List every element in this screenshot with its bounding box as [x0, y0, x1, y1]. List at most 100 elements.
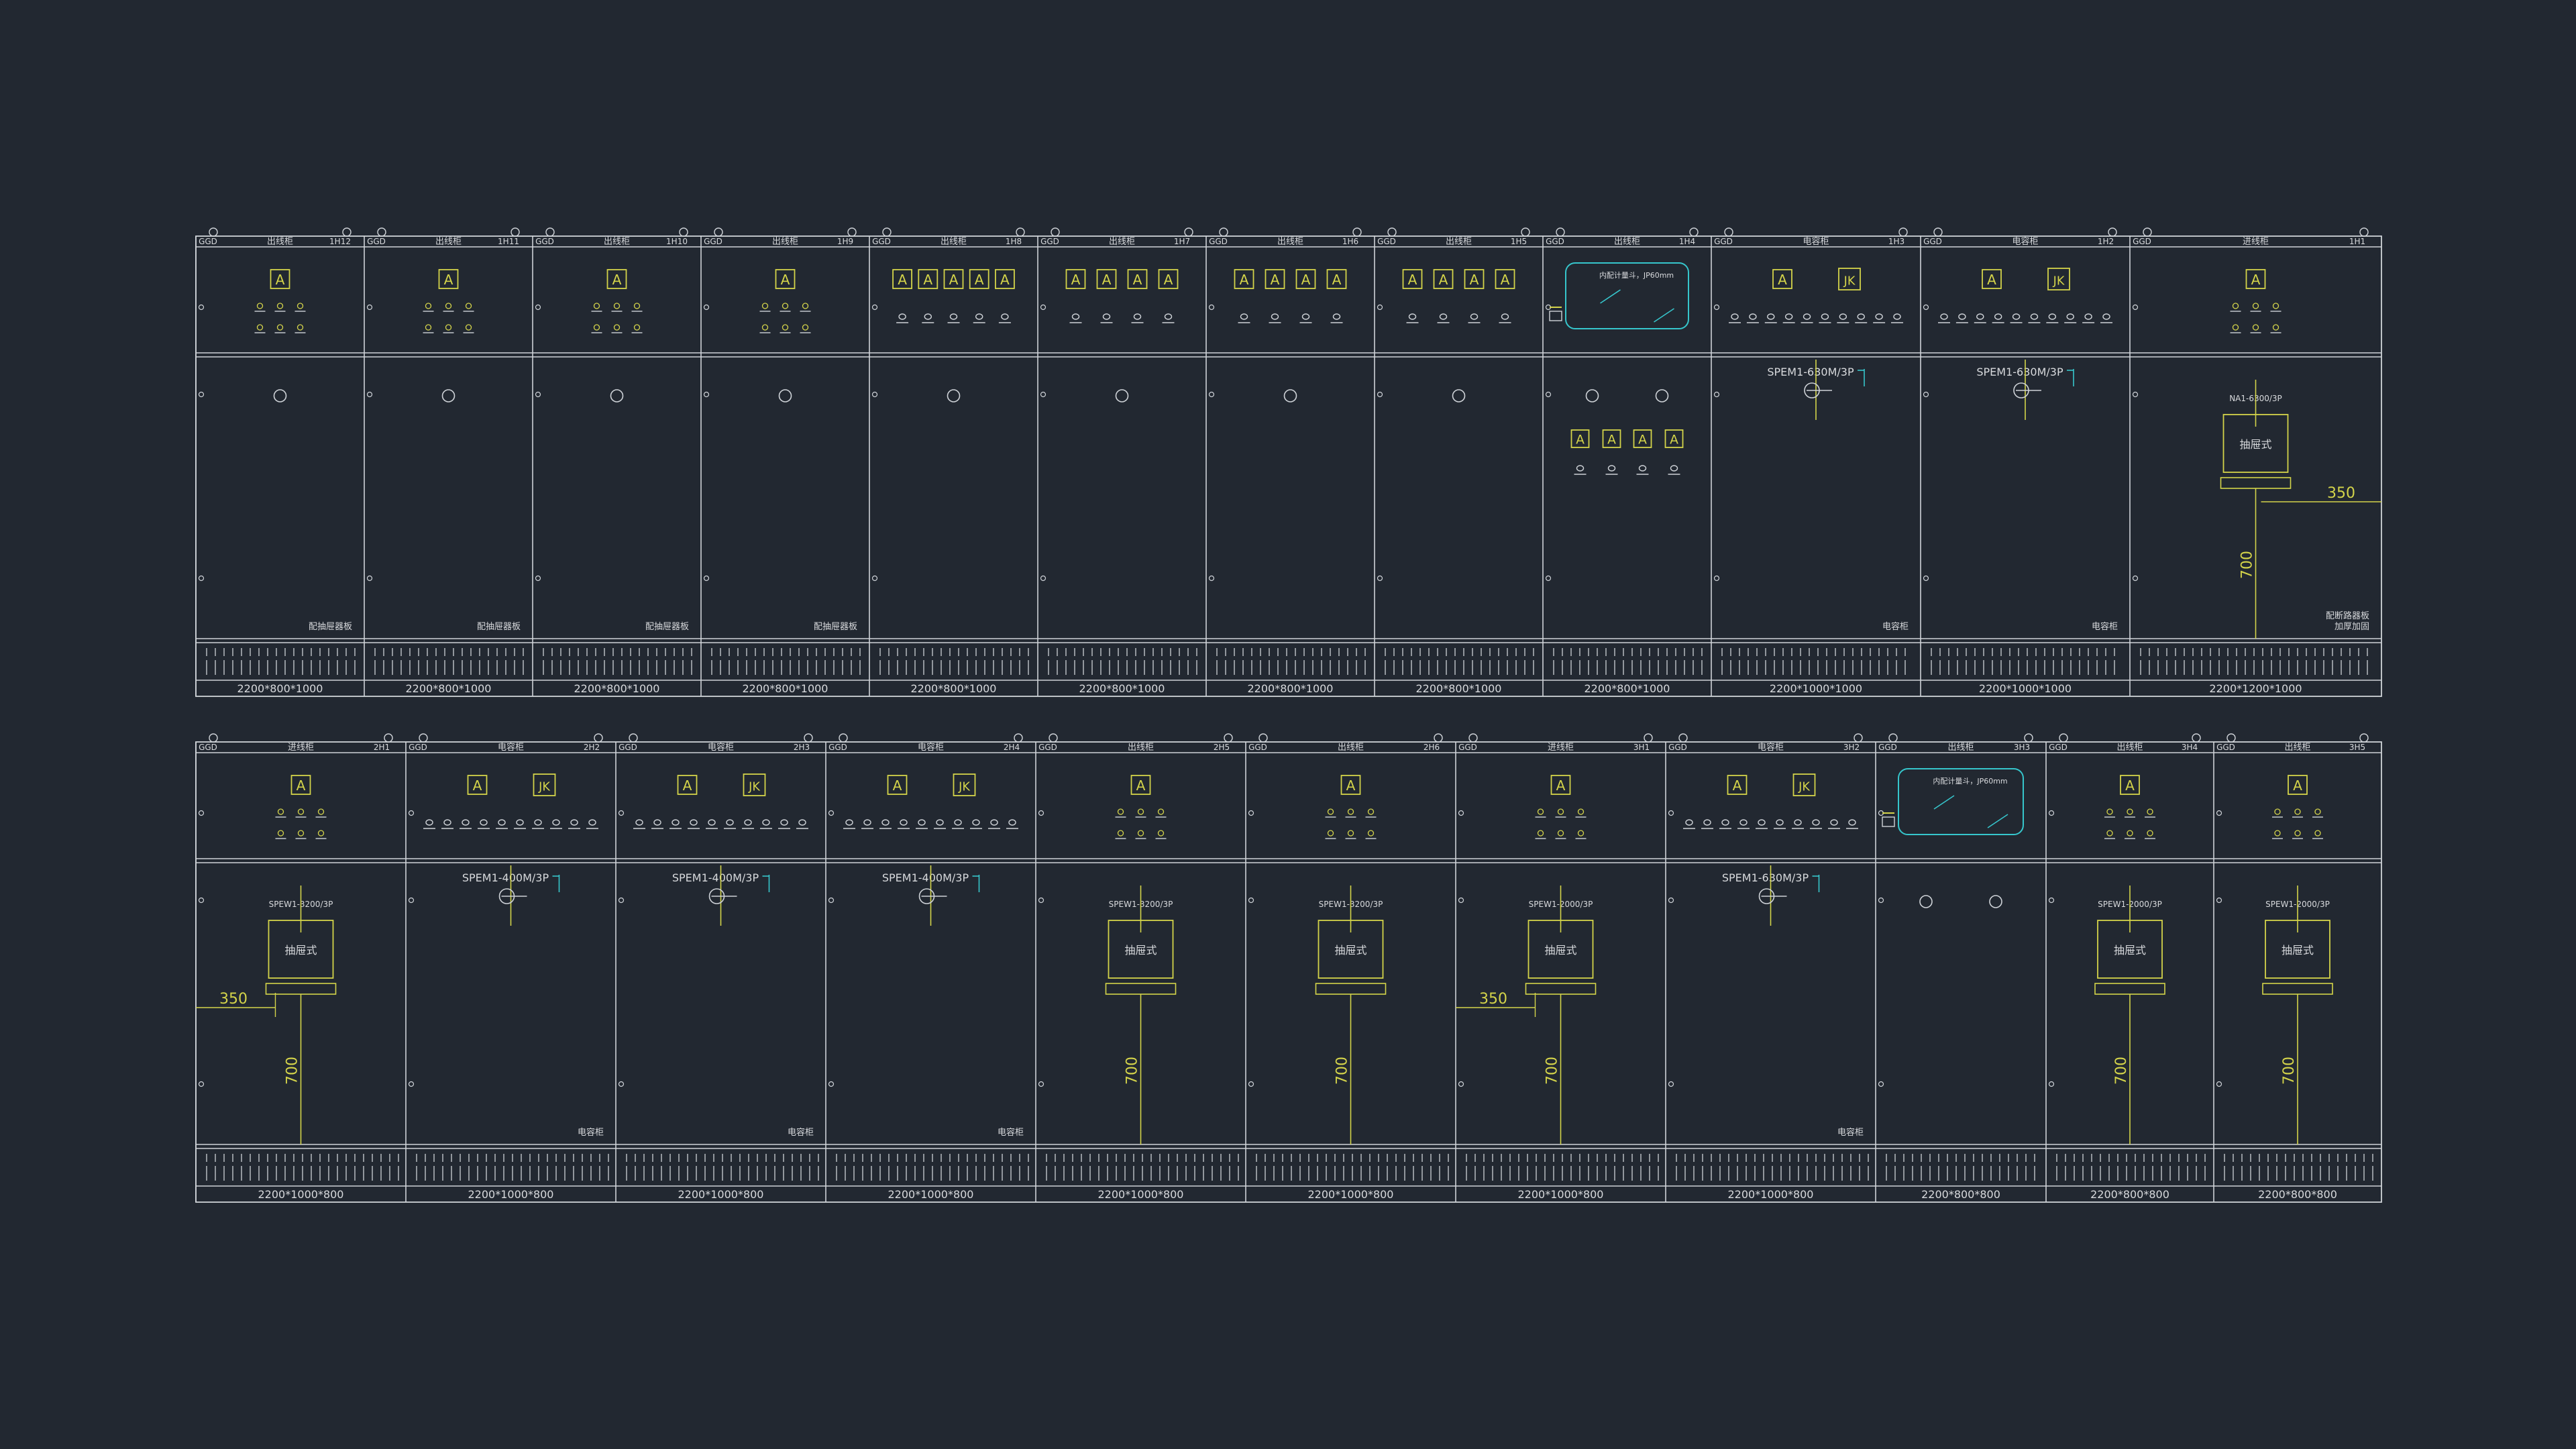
panel-type-label: GGD: [199, 237, 217, 246]
panel-size-label: 2200*800*800: [2258, 1188, 2337, 1201]
panel-size-label: 2200*800*1000: [574, 682, 660, 695]
controller-symbol: JK: [538, 780, 550, 794]
panel-name-label: 出线柜: [1446, 237, 1472, 247]
panel-size-label: 2200*800*1000: [1079, 682, 1165, 695]
dim-vertical-label: 700: [284, 1057, 301, 1085]
panel-note-line: 加厚加固: [2334, 622, 2369, 632]
ammeter-symbol: A: [1271, 272, 1280, 288]
ammeter-symbol: A: [898, 272, 907, 288]
panel-note-line: 电容柜: [1882, 621, 1909, 632]
ammeter-symbol: A: [1607, 433, 1616, 447]
ammeter-symbol: A: [1638, 433, 1647, 447]
panel-note-line: 电容柜: [1837, 1127, 1864, 1138]
panel-type-label: GGD: [1458, 743, 1477, 752]
panel-name-label: 出线柜: [941, 237, 967, 247]
breaker-label: SPEM1-630M/3P: [1722, 871, 1809, 884]
panel-code-label: 3H1: [1633, 743, 1650, 752]
ammeter-symbol: A: [1470, 272, 1479, 288]
panel-type-label: GGD: [2216, 743, 2235, 752]
switchgear-elevation-drawing: GGD 出线柜 1H12 A 配抽屉器板 2200*800*1000 GGD 出线柜 1H11 A…: [0, 0, 2576, 1449]
panel-code-label: 2H2: [584, 743, 600, 752]
panel-name-label: 出线柜: [1614, 237, 1640, 247]
panel-type-label: GGD: [2049, 743, 2068, 752]
panel-type-label: GGD: [704, 237, 722, 246]
panel-name-label: 出线柜: [1109, 237, 1135, 247]
canvas-background: [0, 0, 2576, 1449]
ammeter-symbol: A: [2125, 777, 2135, 794]
dim-horizontal-label: 350: [2327, 485, 2355, 502]
panel-type-label: GGD: [1248, 743, 1267, 752]
panel-type-label: GGD: [1923, 237, 1942, 246]
panel-type-label: GGD: [872, 237, 891, 246]
panel-note-line: 配断路器板: [2326, 610, 2369, 621]
panel-code-label: 1H4: [1679, 237, 1695, 246]
dim-vertical-label: 700: [2113, 1057, 2130, 1085]
panel-code-label: 1H12: [329, 237, 351, 246]
drawer-label: 抽屉式: [2114, 944, 2146, 957]
panel-name-label: 出线柜: [2284, 743, 2310, 753]
panel-size-label: 2200*1000*1000: [1979, 682, 2072, 695]
drawer-label: 抽屉式: [2239, 438, 2271, 451]
ammeter-symbol: A: [297, 777, 306, 794]
ammeter-symbol: A: [949, 272, 959, 288]
panel-size-label: 2200*1000*1000: [1770, 682, 1862, 695]
ammeter-symbol: A: [1071, 272, 1081, 288]
panel-size-label: 2200*1000*800: [678, 1188, 764, 1201]
ammeter-symbol: A: [1733, 777, 1742, 794]
panel-size-label: 2200*800*1000: [1248, 682, 1334, 695]
ammeter-symbol: A: [683, 777, 692, 794]
panel-type-label: GGD: [1714, 237, 1733, 246]
panel-code-label: 1H3: [1888, 237, 1904, 246]
panel-size-label: 2200*800*1000: [911, 682, 997, 695]
panel-size-label: 2200*800*1000: [1585, 682, 1670, 695]
drawer-label: 抽屉式: [1544, 944, 1576, 957]
panel-note-line: 电容柜: [578, 1127, 604, 1138]
panel-name-label: 电容柜: [2012, 236, 2038, 247]
drawer-label: 抽屉式: [1334, 944, 1366, 957]
panel-name-label: 出线柜: [2116, 743, 2143, 753]
ammeter-symbol: A: [1102, 272, 1112, 288]
controller-symbol: JK: [748, 780, 760, 794]
ammeter-symbol: A: [2251, 272, 2261, 288]
ammeter-symbol: A: [1670, 433, 1678, 447]
panel-note-line: 电容柜: [2092, 621, 2118, 632]
panel-name-label: 电容柜: [1758, 742, 1784, 753]
panel-type-label: GGD: [1668, 743, 1687, 752]
panel-note: 配抽屉器板: [477, 622, 521, 632]
panel-note: 电容柜: [1837, 1127, 1864, 1138]
dim-vertical-label: 700: [1334, 1057, 1351, 1085]
ammeter-symbol: A: [1332, 272, 1342, 288]
panel-name-label: 进线柜: [2243, 237, 2269, 247]
panel-code-label: 1H5: [1511, 237, 1527, 246]
panel-note: 电容柜: [1882, 621, 1909, 632]
panel-code-label: 1H11: [498, 237, 519, 246]
panel-type-label: GGD: [1038, 743, 1057, 752]
panel-note-line: 配抽屉器板: [645, 622, 689, 632]
panel-code-label: 2H3: [794, 743, 810, 752]
panel-note: 电容柜: [998, 1127, 1024, 1138]
panel-type-label: GGD: [199, 743, 217, 752]
panel-name-label: 出线柜: [1128, 743, 1154, 753]
drawer-label: 抽屉式: [1124, 944, 1157, 957]
panel-code-label: 1H9: [837, 237, 853, 246]
panel-note-line: 配抽屉器板: [309, 622, 352, 632]
panel-type-label: GGD: [828, 743, 847, 752]
panel-note-line: 配抽屉器板: [477, 622, 521, 632]
panel-note-line: 配抽屉器板: [814, 622, 857, 632]
panel-size-label: 2200*1000*800: [1728, 1188, 1814, 1201]
panel-size-label: 2200*800*1000: [237, 682, 323, 695]
controller-symbol: JK: [958, 780, 970, 794]
panel-size-label: 2200*800*1000: [1416, 682, 1502, 695]
panel-note: 电容柜: [578, 1127, 604, 1138]
ammeter-symbol: A: [276, 272, 285, 288]
breaker-label: SPEM1-630M/3P: [1976, 366, 2063, 378]
panel-size-label: 2200*1000*800: [1098, 1188, 1184, 1201]
breaker-label: SPEM1-400M/3P: [672, 871, 759, 884]
panel-type-label: GGD: [1209, 237, 1228, 246]
panel-name-label: 出线柜: [1277, 237, 1303, 247]
controller-symbol: JK: [1843, 274, 1856, 288]
panel-code-label: 3H3: [2014, 743, 2030, 752]
breaker-label: SPEM1-400M/3P: [882, 871, 969, 884]
drawer-label: 抽屉式: [2282, 944, 2314, 957]
panel-name-label: 电容柜: [498, 742, 524, 753]
